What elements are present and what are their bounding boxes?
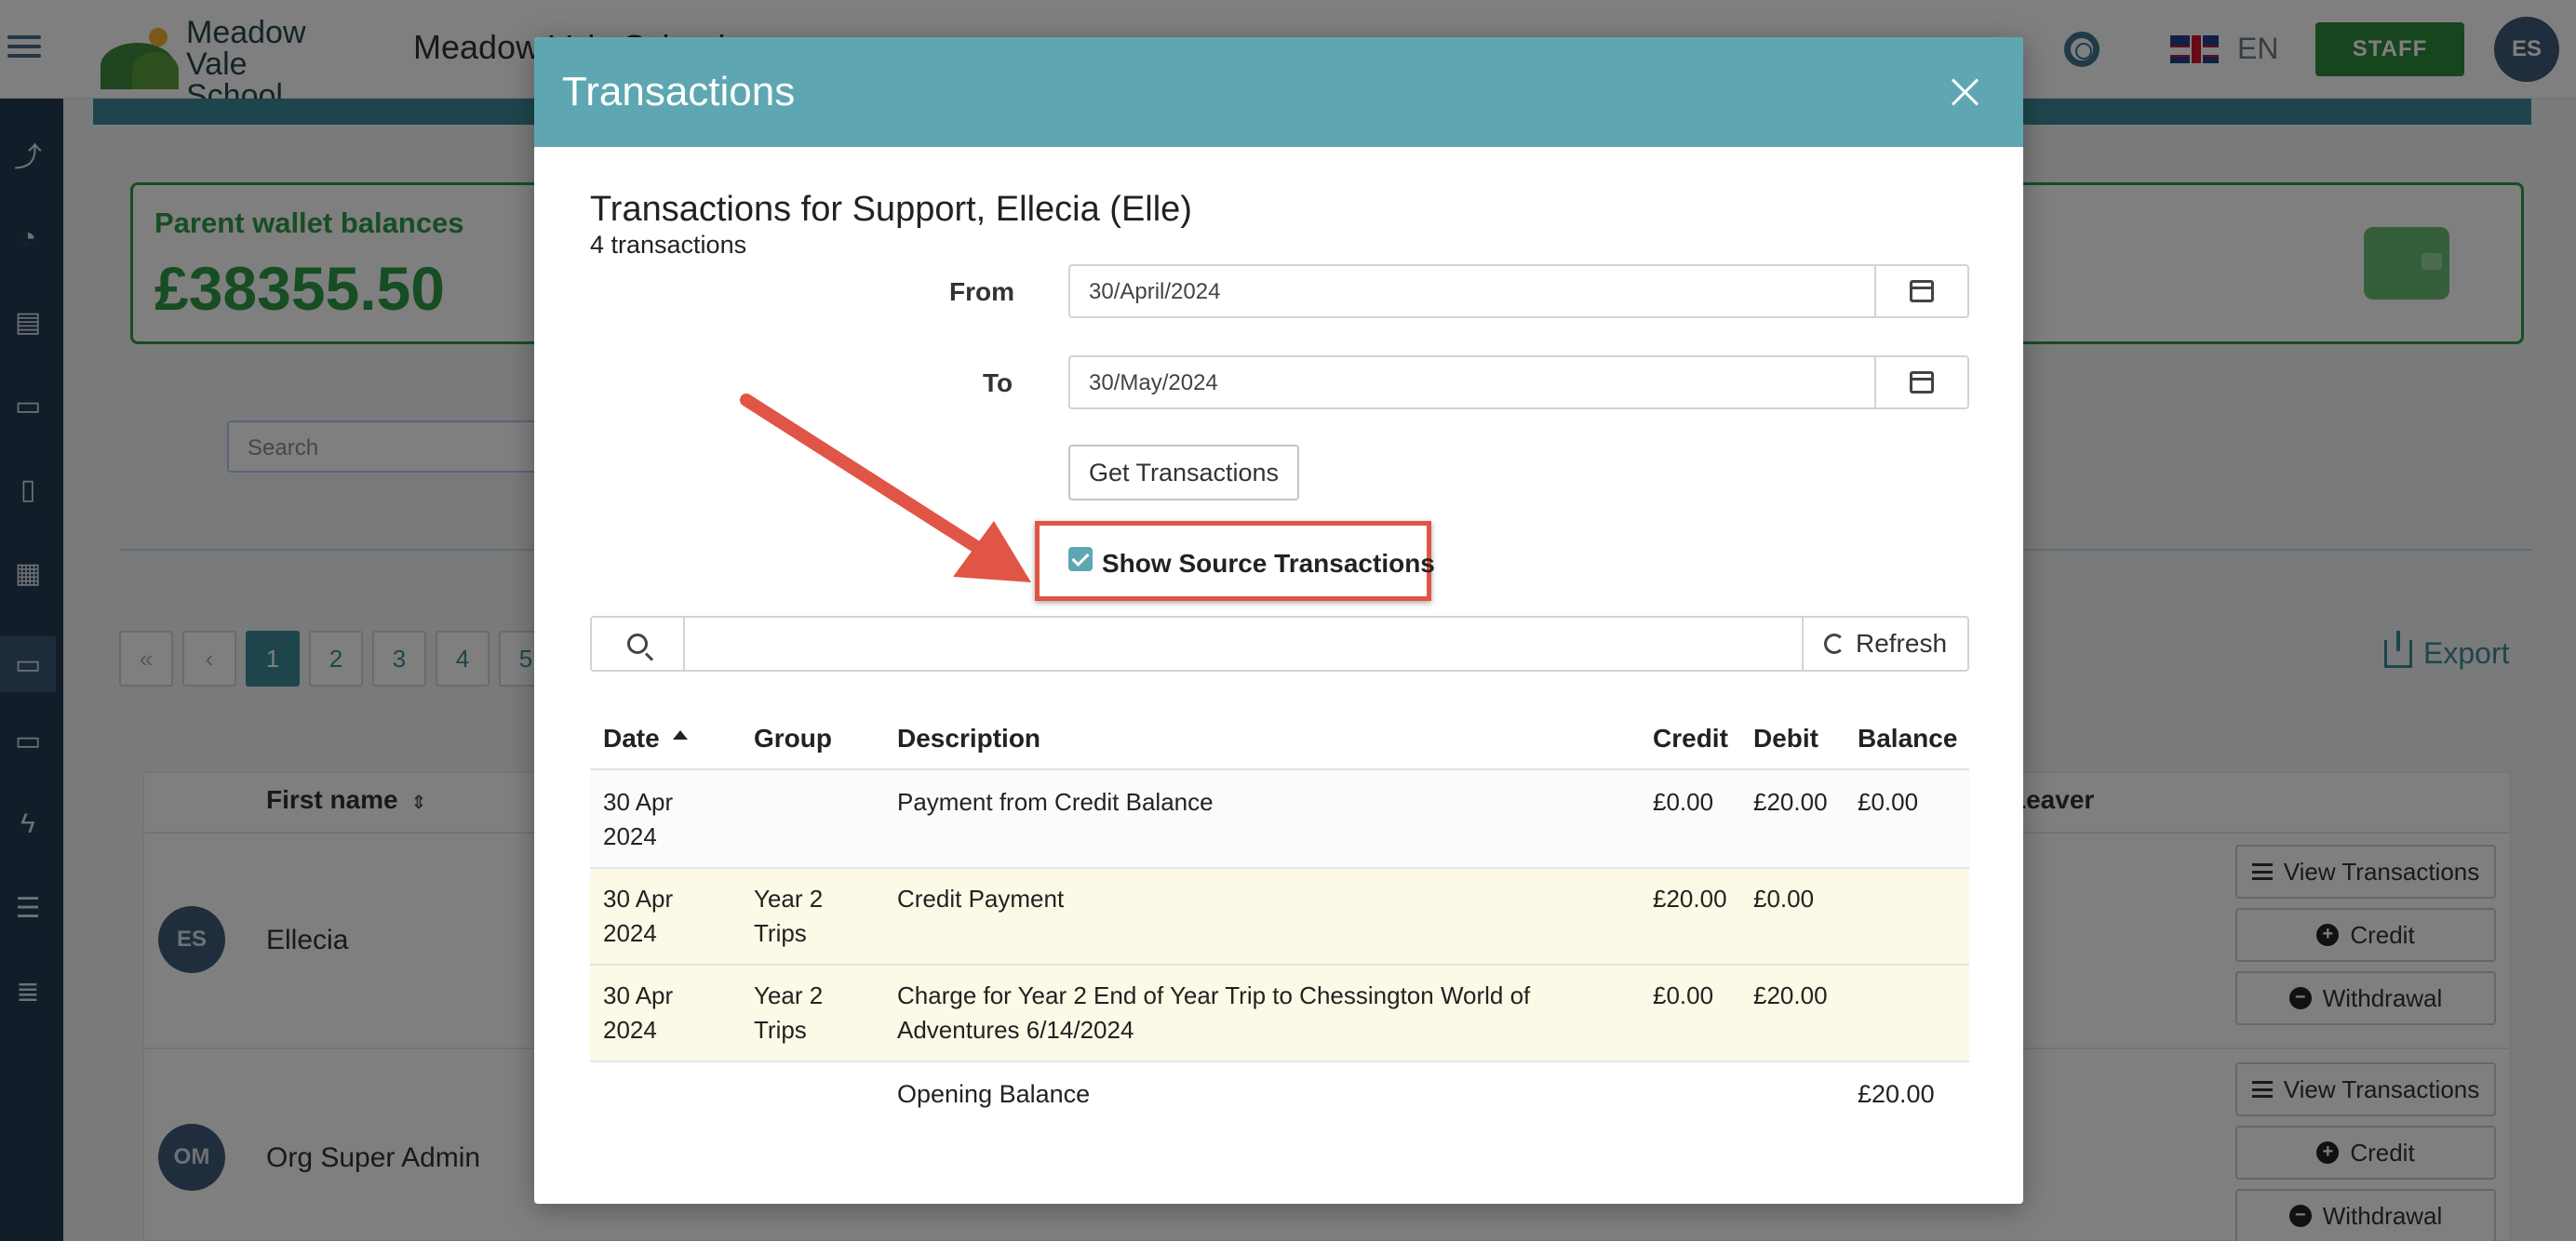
sort-ascending-icon <box>672 730 688 740</box>
col-description-header[interactable]: Description <box>897 724 1040 754</box>
annotation-arrow <box>740 394 1031 582</box>
opening-balance-value: £20.00 <box>1858 1080 1935 1108</box>
row-group: Year 2 Trips <box>754 981 824 1044</box>
transactions-heading: Transactions for Support, Ellecia (Elle) <box>590 190 1192 229</box>
row-date: 30 Apr 2024 <box>603 885 674 947</box>
transactions-modal: Transactions Transactions for Support, E… <box>534 37 2023 1204</box>
row-credit: £0.00 <box>1653 788 1714 816</box>
table-search-input[interactable] <box>683 616 1804 672</box>
col-balance-header[interactable]: Balance <box>1858 724 1957 754</box>
col-date-header[interactable]: Date <box>603 724 688 754</box>
refresh-icon <box>1823 634 1845 654</box>
row-debit: £0.00 <box>1753 885 1815 913</box>
from-date-input[interactable]: 30/April/2024 <box>1068 264 1876 318</box>
row-date: 30 Apr 2024 <box>603 981 674 1044</box>
modal-title: Transactions <box>562 69 796 114</box>
col-credit-header[interactable]: Credit <box>1653 724 1728 754</box>
show-source-label[interactable]: Show Source Transactions <box>1102 549 1435 579</box>
from-label: From <box>949 277 1014 306</box>
col-debit-header[interactable]: Debit <box>1753 724 1818 754</box>
row-description: Payment from Credit Balance <box>897 788 1214 816</box>
row-date: 30 Apr 2024 <box>603 788 674 850</box>
row-description: Credit Payment <box>897 885 1065 913</box>
row-balance: £0.00 <box>1858 788 1919 816</box>
refresh-button[interactable]: Refresh <box>1802 616 1969 672</box>
transactions-count: 4 transactions <box>590 231 747 259</box>
refresh-label: Refresh <box>1855 629 1948 658</box>
close-icon[interactable] <box>1945 71 1988 113</box>
row-credit: £20.00 <box>1653 885 1727 913</box>
row-divider <box>590 1061 1969 1062</box>
row-description: Charge for Year 2 End of Year Trip to Ch… <box>897 981 1531 1044</box>
row-debit: £20.00 <box>1753 981 1828 1009</box>
show-source-checkbox[interactable] <box>1068 547 1093 571</box>
calendar-icon <box>1910 371 1934 394</box>
modal-header: Transactions <box>534 37 2023 147</box>
col-date-label: Date <box>603 724 660 753</box>
calendar-icon <box>1910 280 1934 302</box>
from-calendar-button[interactable] <box>1874 264 1969 318</box>
row-credit: £0.00 <box>1653 981 1714 1009</box>
opening-balance-label: Opening Balance <box>897 1080 1091 1108</box>
col-group-header[interactable]: Group <box>754 724 832 754</box>
get-transactions-button[interactable]: Get Transactions <box>1068 445 1299 500</box>
search-addon <box>590 616 685 672</box>
search-icon <box>627 634 648 654</box>
row-debit: £20.00 <box>1753 788 1828 816</box>
to-date-input[interactable]: 30/May/2024 <box>1068 355 1876 409</box>
to-calendar-button[interactable] <box>1874 355 1969 409</box>
row-group: Year 2 Trips <box>754 885 824 947</box>
